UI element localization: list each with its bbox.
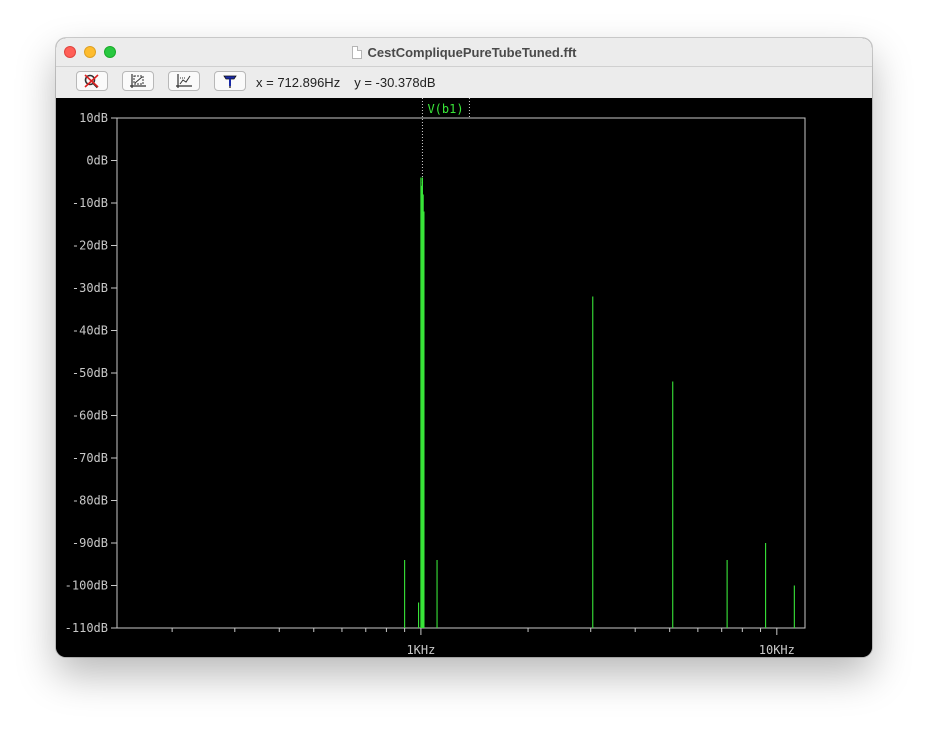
cursor-readout: x = 712.896Hz y = -30.378dB (256, 75, 450, 90)
app-window: CestCompliquePureTubeTuned.fft x = 712.8… (56, 38, 872, 657)
probe-icon (223, 75, 237, 88)
y-tick-label: -110dB (65, 621, 108, 635)
y-tick-label: -80dB (72, 494, 108, 508)
probe-button[interactable] (214, 71, 246, 91)
y-tick-label: -90dB (72, 536, 108, 550)
x-tick-label: 1KHz (406, 643, 435, 657)
autorange-icon (130, 74, 146, 88)
x-tick-label: 10KHz (759, 643, 795, 657)
zoom-fit-icon (176, 74, 192, 88)
window-title: CestCompliquePureTubeTuned.fft (367, 44, 577, 60)
fft-chart[interactable]: 10dB 0dB -10dB -20dB -30dB -40dB -50dB -60dB -70… (56, 98, 872, 657)
toolbar: x = 712.896Hz y = -30.378dB (56, 67, 872, 99)
title-bar: CestCompliquePureTubeTuned.fft (56, 38, 872, 67)
zoom-cancel-icon (84, 74, 99, 89)
y-tick-label: -100dB (65, 579, 108, 593)
y-tick-label: -40dB (72, 324, 108, 338)
document-icon (351, 45, 362, 59)
zoom-fit-button[interactable] (168, 71, 200, 91)
y-tick-label: -50dB (72, 366, 108, 380)
y-tick-label: -30dB (72, 281, 108, 295)
y-tick-label: -60dB (72, 409, 108, 423)
plot-frame (116, 117, 806, 629)
title-container: CestCompliquePureTubeTuned.fft (56, 38, 872, 66)
zoom-cancel-button[interactable] (76, 71, 108, 91)
cursor-x-value: x = 712.896Hz (256, 75, 341, 90)
autorange-button[interactable] (122, 71, 154, 91)
y-tick-label: -20dB (72, 239, 108, 253)
y-tick-label: 0dB (86, 154, 108, 168)
y-tick-label: -70dB (72, 451, 108, 465)
y-tick-label: -10dB (72, 196, 108, 210)
y-tick-label: 10dB (79, 111, 108, 125)
plot-area[interactable]: 10dB 0dB -10dB -20dB -30dB -40dB -50dB -60dB -70… (56, 98, 872, 657)
trace-label: V(b1) (427, 102, 463, 116)
cursor-y-value: y = -30.378dB (354, 75, 436, 90)
